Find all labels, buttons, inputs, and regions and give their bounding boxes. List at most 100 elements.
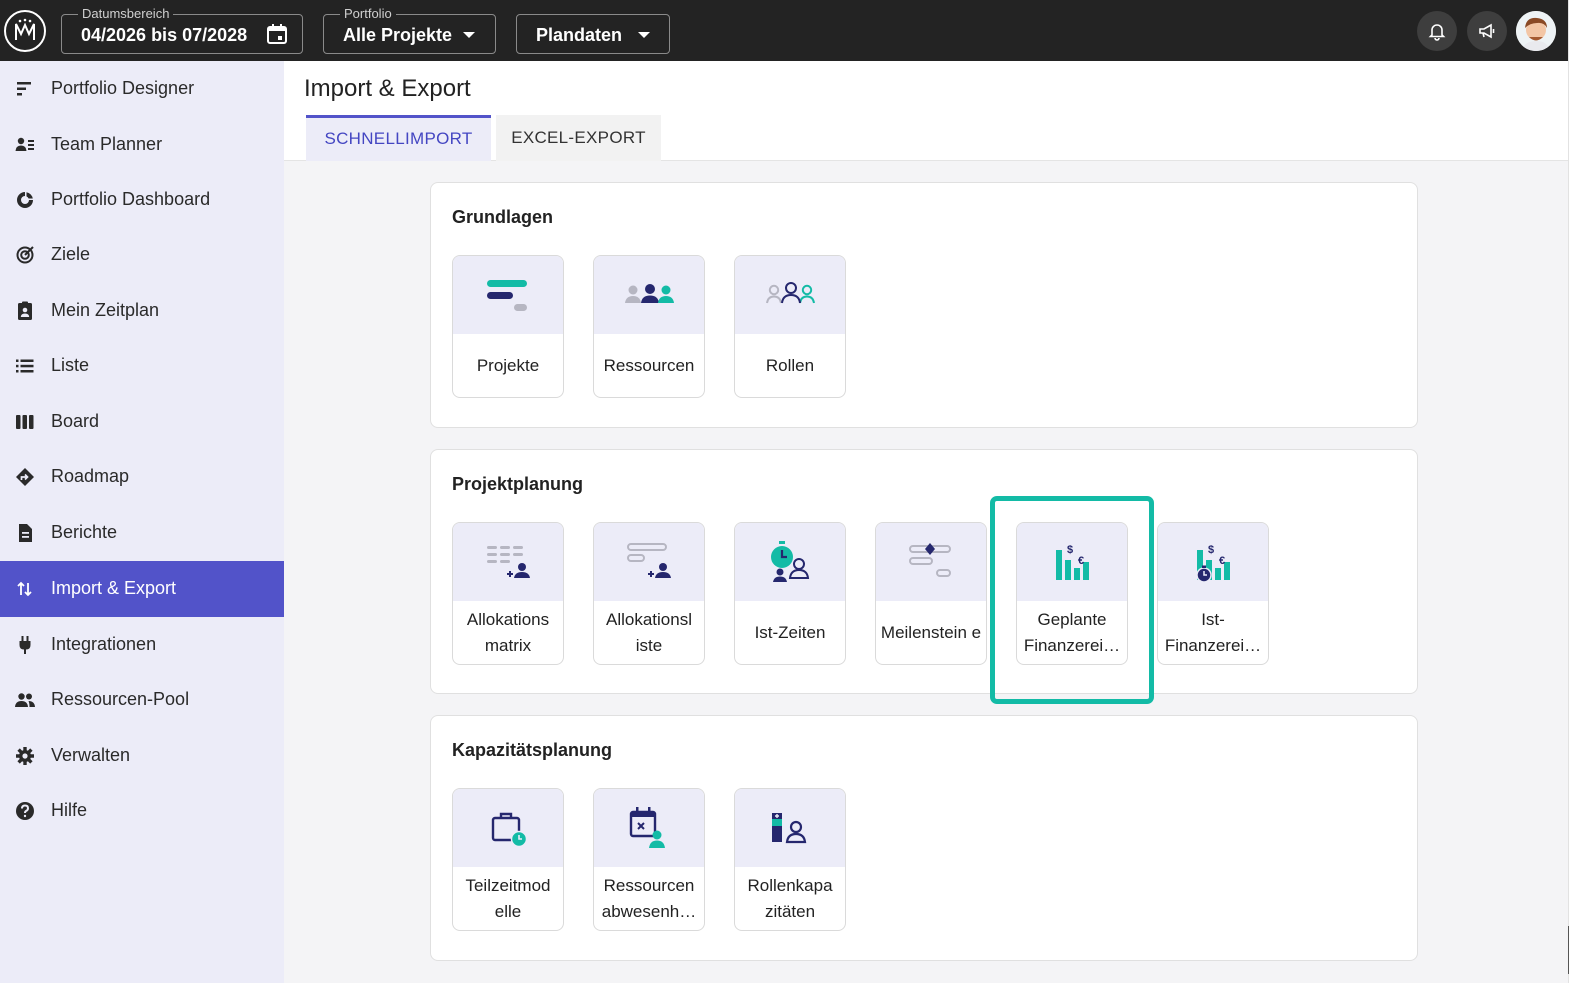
import-export-icon [17,581,32,597]
team-planner-icon [15,137,34,151]
sidebar-item-portfolio-dashboard[interactable]: Portfolio Dashboard [0,172,284,228]
date-range-field[interactable]: Datumsbereich 04/2026 bis 07/2028 [61,6,303,54]
actual-times-icon [771,541,810,582]
report-icon [19,524,32,542]
tile-ist-finanzereignisse[interactable]: $ € Ist-Finanzerei… [1157,522,1269,665]
part-time-icon [491,812,528,848]
sidebar-item-label: Portfolio Designer [51,78,195,98]
page-title: Import & Export [304,75,471,102]
date-range-legend: Datumsbereich [78,6,174,22]
sidebar-item-label: Portfolio Dashboard [51,189,211,209]
date-range-value: 04/2026 bis 07/2028 [81,25,248,45]
list-icon [16,359,34,373]
sidebar-item-import-export[interactable]: Import & Export [0,561,284,617]
portfolio-designer-icon [17,82,31,96]
tile-label: Rollen [765,355,815,375]
tile-label: Teilzeitmod elle [465,875,551,921]
calendar-icon[interactable] [266,23,288,50]
tile-label: Meilenstein e [880,622,982,642]
tile-allokationsmatrix[interactable]: Allokations matrix [452,522,564,665]
sidebar-item-label: Roadmap [51,466,130,486]
data-mode-value: Plandaten [536,25,623,45]
tile-label: Ist-Finanzerei… [1164,609,1262,655]
resources-icon [625,284,674,303]
sidebar: Portfolio Designer Team Planner Portfoli… [0,61,284,983]
tile-allokationsliste[interactable]: Allokationsl iste [593,522,705,665]
sidebar-item-label: Verwalten [51,745,131,765]
roadmap-icon [16,468,34,486]
section-title: Grundlagen [452,207,554,227]
sidebar-item-team-planner[interactable]: Team Planner [0,117,284,173]
page-header: Import & Export SCHNELLIMPORT EXCEL-EXPO… [284,61,1568,161]
tile-ist-zeiten[interactable]: Ist-Zeiten [734,522,846,665]
tile-teilzeitmodelle[interactable]: Teilzeitmod elle [452,788,564,931]
sidebar-item-ziele[interactable]: Ziele [0,227,284,283]
sidebar-item-portfolio-designer[interactable]: Portfolio Designer [0,61,284,117]
tile-label: Allokationsl iste [606,609,692,655]
section-grundlagen: Grundlagen Projekte Ressourcen Rollen [430,182,1418,428]
bell-icon [1428,24,1446,41]
megaphone-icon [1479,23,1495,39]
scrollbar-track[interactable] [1568,0,1584,983]
chevron-down-icon [463,32,475,38]
announcements-button[interactable] [1467,11,1507,51]
svg-text:€: € [1219,555,1225,567]
app-logo[interactable] [4,10,46,52]
user-avatar[interactable] [1516,11,1556,51]
notifications-button[interactable] [1417,11,1457,51]
gear-icon [16,747,34,765]
sidebar-item-ressourcen-pool[interactable]: Ressourcen-Pool [0,672,284,728]
tile-rollen[interactable]: Rollen [734,255,846,398]
tile-ressourcen[interactable]: Ressourcen [593,255,705,398]
sidebar-item-hilfe[interactable]: Hilfe [0,783,284,839]
data-mode-select[interactable]: Plandaten [516,14,670,54]
sidebar-item-label: Mein Zeitplan [51,300,160,320]
absence-icon [629,807,665,848]
portfolio-select[interactable]: Portfolio Alle Projekte [323,6,496,54]
tile-label: Rollenkapa zitäten [747,875,833,921]
tile-rollenkapazitaeten[interactable]: Rollenkapa zitäten [734,788,846,931]
sidebar-item-label: Ressourcen-Pool [51,689,190,709]
sidebar-item-label: Integrationen [51,634,157,654]
highlight-frame [990,496,1154,704]
section-title: Projektplanung [452,474,584,494]
board-icon [16,415,34,429]
help-icon [16,802,34,820]
tile-meilensteine[interactable]: Meilenstein e [875,522,987,665]
sidebar-item-label: Liste [51,355,90,375]
allocation-list-icon [627,543,671,578]
section-kapazitaetsplanung: Kapazitätsplanung Teilzeitmod elle Resso… [430,715,1418,961]
schedule-icon [18,301,32,320]
sidebar-item-mein-zeitplan[interactable]: Mein Zeitplan [0,283,284,339]
top-bar: Datumsbereich 04/2026 bis 07/2028 Portfo… [0,0,1568,61]
actual-finance-icon: $ € [1196,544,1230,583]
sidebar-item-liste[interactable]: Liste [0,338,284,394]
tab-schnellimport[interactable]: SCHNELLIMPORT [306,115,491,161]
sidebar-item-integrationen[interactable]: Integrationen [0,617,284,673]
section-title: Kapazitätsplanung [452,740,613,760]
chevron-down-icon [638,32,650,38]
sidebar-item-label: Hilfe [51,800,88,820]
portfolio-legend: Portfolio [340,6,396,22]
sidebar-item-roadmap[interactable]: Roadmap [0,449,284,505]
role-capacity-icon [772,813,807,844]
tile-label: Ist-Zeiten [754,622,826,642]
tile-label: Ressourcen [603,355,695,375]
tile-label: Projekte [476,355,540,375]
sidebar-item-label: Berichte [51,522,118,542]
section-projektplanung: Projektplanung Allokations matrix Alloka… [430,449,1418,694]
sidebar-item-berichte[interactable]: Berichte [0,505,284,561]
sidebar-item-verwalten[interactable]: Verwalten [0,728,284,784]
tile-ressourcenabwesenheiten[interactable]: Ressourcen abwesenh… [593,788,705,931]
svg-text:$: $ [1208,544,1214,556]
sidebar-item-label: Import & Export [51,578,177,598]
sidebar-item-board[interactable]: Board [0,394,284,450]
roles-icon [766,282,815,304]
tile-label: Allokations matrix [466,609,550,655]
portfolio-value: Alle Projekte [343,25,453,45]
projects-icon [487,280,527,311]
allocation-matrix-icon [487,546,530,578]
tile-label: Ressourcen abwesenh… [601,875,697,921]
tab-excel-export[interactable]: EXCEL-EXPORT [496,115,661,161]
tile-projekte[interactable]: Projekte [452,255,564,398]
